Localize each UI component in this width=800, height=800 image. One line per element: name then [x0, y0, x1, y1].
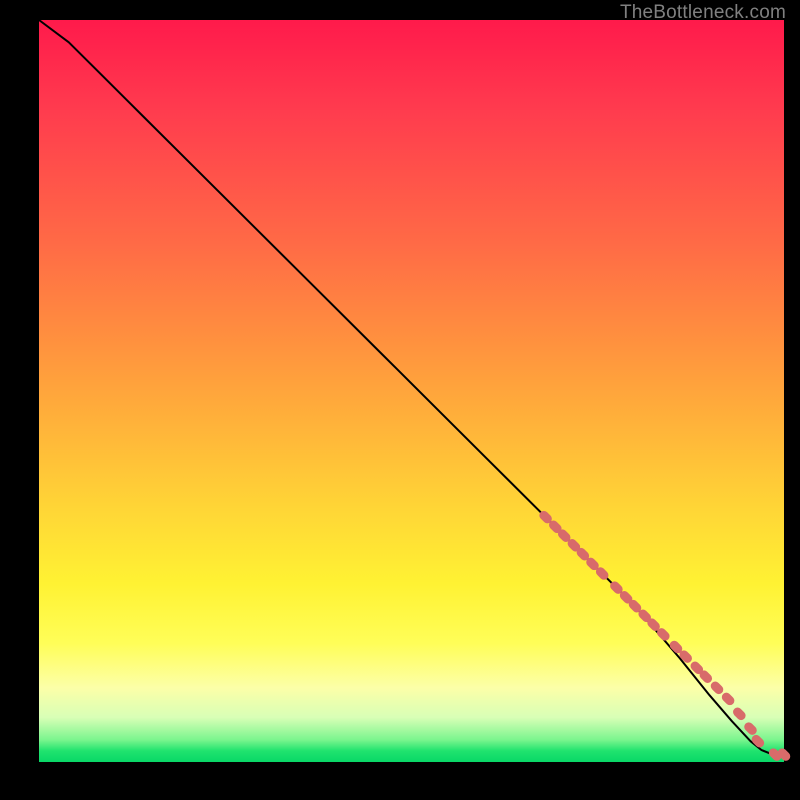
data-marker [709, 680, 725, 696]
data-markers [537, 509, 792, 763]
data-marker [731, 706, 747, 722]
plot-area [39, 20, 784, 762]
data-marker [750, 733, 766, 749]
chart-stage: TheBottleneck.com [0, 0, 800, 800]
chart-overlay [39, 20, 784, 762]
data-marker [720, 691, 736, 707]
